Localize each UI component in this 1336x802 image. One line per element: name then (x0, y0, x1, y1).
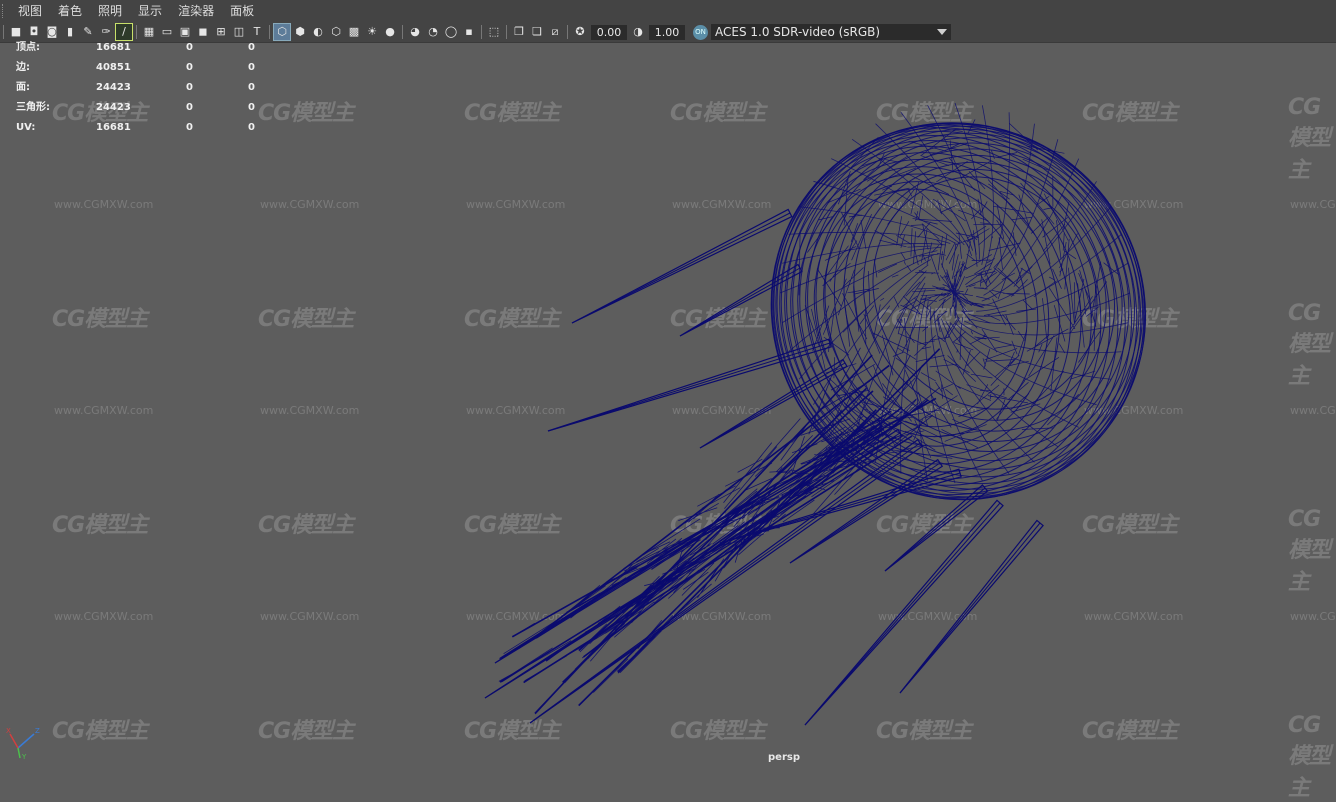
hud-value: 0 (186, 102, 193, 113)
jellyfish-wireframe-mesh[interactable] (0, 43, 1336, 768)
screen-space-ao-icon[interactable]: ◕ (407, 24, 423, 40)
image-plane-icon[interactable]: ◙ (44, 24, 60, 40)
hud-value: 24423 (96, 102, 131, 113)
toolbar-separator (481, 25, 482, 39)
hud-value: 0 (248, 42, 255, 53)
color-management-toggle-icon[interactable]: ON (693, 24, 708, 40)
x-axis-label: X (6, 727, 11, 735)
viewport-menubar: 视图 着色 照明 显示 渲染器 面板 (0, 0, 1336, 22)
z-axis-line (17, 733, 35, 749)
pencil-draw-icon[interactable]: / (115, 23, 133, 41)
menu-shading[interactable]: 着色 (50, 0, 90, 22)
xray-active-components-icon[interactable]: ❏ (529, 24, 545, 40)
toolbar-separator (402, 25, 403, 39)
hud-row-triangles: 三角形: 24423 0 0 (16, 102, 268, 122)
hud-label: 边: (16, 62, 30, 73)
grease-pencil-icon[interactable]: ✑ (98, 24, 114, 40)
hud-row-vertices: 顶点: 16681 0 0 (16, 42, 268, 62)
hud-value: 24423 (96, 82, 131, 93)
view-transform-value: ACES 1.0 SDR-video (sRGB) (715, 25, 881, 39)
hud-label: 三角形: (16, 102, 50, 113)
y-axis-line (17, 747, 21, 759)
menubar-grip[interactable] (2, 4, 7, 18)
toolbar-separator (567, 25, 568, 39)
motion-blur-icon[interactable]: ◔ (425, 24, 441, 40)
shadows-icon[interactable]: ● (382, 24, 398, 40)
smooth-shade-icon[interactable]: ⬢ (292, 24, 308, 40)
isolate-select-icon[interactable]: ⬚ (486, 24, 502, 40)
view-axis-gizmo: X Z Y (6, 727, 40, 760)
y-axis-label: Y (21, 753, 27, 760)
default-material-icon[interactable]: ◐ (310, 24, 326, 40)
use-all-lights-icon[interactable]: ☀ (364, 24, 380, 40)
chevron-down-icon (937, 29, 947, 35)
view-transform-select[interactable]: ACES 1.0 SDR-video (sRGB) (711, 24, 951, 40)
hud-value: 0 (186, 42, 193, 53)
film-gate-icon[interactable]: ▭ (159, 24, 175, 40)
xray-joints-icon[interactable]: ⧄ (547, 24, 563, 40)
hud-value: 0 (186, 122, 193, 133)
hud-value: 40851 (96, 62, 131, 73)
hud-value: 0 (248, 82, 255, 93)
xray-icon[interactable]: ❐ (511, 24, 527, 40)
hud-row-faces: 面: 24423 0 0 (16, 82, 268, 102)
hud-value: 0 (248, 102, 255, 113)
hud-label: UV: (16, 122, 36, 133)
gate-mask-icon[interactable]: ◼ (195, 24, 211, 40)
z-axis-label: Z (35, 727, 40, 735)
hud-value: 16681 (96, 42, 131, 53)
safe-action-icon[interactable]: ◫ (231, 24, 247, 40)
hud-value: 0 (186, 62, 193, 73)
grid-icon[interactable]: ▦ (141, 24, 157, 40)
viewport-toolbar: ■ ◘ ◙ ▮ ✎ ✑ / ▦ ▭ ▣ ◼ ⊞ ◫ T ⬡ ⬢ ◐ ⬡ ▩ ☀ … (0, 22, 1336, 43)
wireframe-icon[interactable]: ⬡ (273, 23, 291, 41)
hud-value: 16681 (96, 122, 131, 133)
camera-attributes-icon[interactable]: ◘ (26, 24, 42, 40)
toolbar-separator (269, 25, 270, 39)
gamma-icon[interactable]: ◑ (630, 24, 646, 40)
menu-view[interactable]: 视图 (10, 0, 50, 22)
hud-label: 面: (16, 82, 30, 93)
camera-name-label: persp (768, 752, 800, 763)
2d-pan-zoom-icon[interactable]: ✎ (80, 24, 96, 40)
toolbar-separator (506, 25, 507, 39)
select-camera-icon[interactable]: ■ (8, 24, 24, 40)
menu-lighting[interactable]: 照明 (90, 0, 130, 22)
hud-label: 顶点: (16, 42, 40, 53)
hud-value: 0 (248, 62, 255, 73)
resolution-gate-icon[interactable]: ▣ (177, 24, 193, 40)
toolbar-separator (136, 25, 137, 39)
hud-value: 0 (186, 82, 193, 93)
menu-show[interactable]: 显示 (130, 0, 170, 22)
x-axis-line (9, 733, 19, 749)
perspective-viewport[interactable]: CG模型主 CG模型主 CG模型主 CG模型主 www.CGMXW.com www.CGM… (0, 43, 1336, 801)
menu-renderer[interactable]: 渲染器 (170, 0, 222, 22)
wireframe-on-shaded-icon[interactable]: ⬡ (328, 24, 344, 40)
toolbar-grip[interactable] (3, 25, 4, 39)
safe-title-icon[interactable]: T (249, 24, 265, 40)
exposure-field[interactable] (591, 24, 627, 40)
menu-panels[interactable]: 面板 (222, 0, 262, 22)
poly-count-hud: 顶点: 16681 0 0 边: 40851 0 0 面: 24423 0 0 … (16, 42, 268, 142)
textured-icon[interactable]: ▩ (346, 24, 362, 40)
exposure-icon[interactable]: ✪ (572, 24, 588, 40)
hud-value: 0 (248, 122, 255, 133)
field-chart-icon[interactable]: ⊞ (213, 24, 229, 40)
hud-row-edges: 边: 40851 0 0 (16, 62, 268, 82)
gamma-field[interactable] (649, 24, 685, 40)
bookmark-icon[interactable]: ▮ (62, 24, 78, 40)
depth-of-field-icon[interactable]: ▪ (461, 24, 477, 40)
anti-aliasing-icon[interactable]: ◯ (443, 24, 459, 40)
hud-row-uvs: UV: 16681 0 0 (16, 122, 268, 142)
